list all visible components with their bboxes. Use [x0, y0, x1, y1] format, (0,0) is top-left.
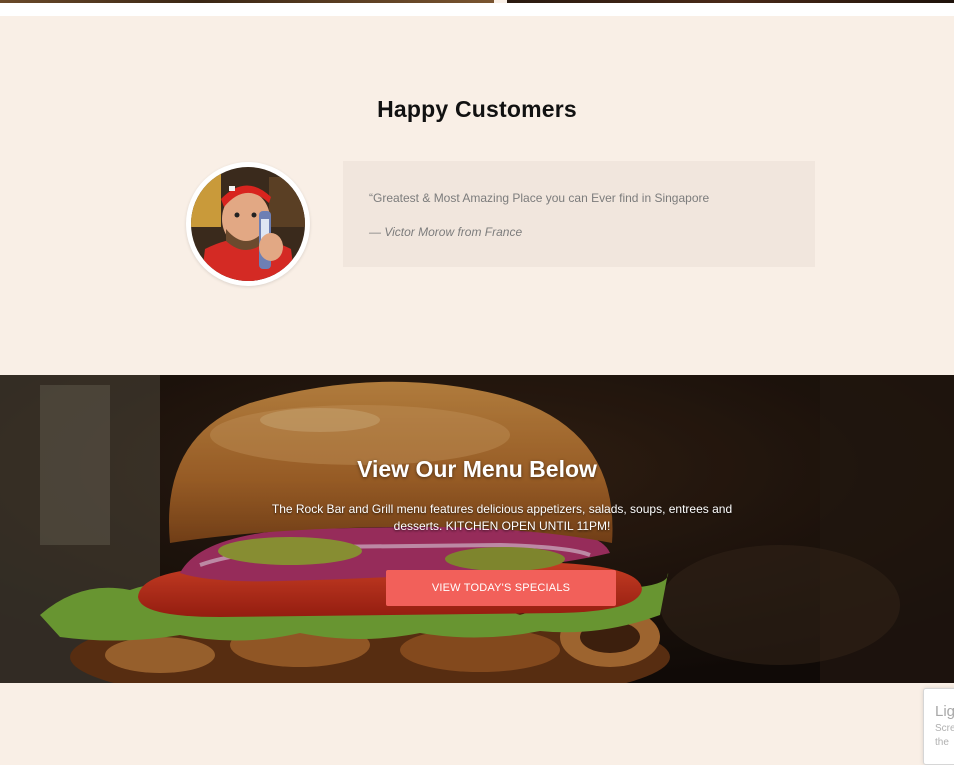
corner-widget-text-line2: the — [935, 737, 949, 748]
testimonial-author: — Victor Morow from France — [369, 225, 523, 239]
customer-avatar — [186, 162, 310, 286]
testimonial-quote-box: “Greatest & Most Amazing Place you can E… — [343, 161, 815, 267]
section-divider — [0, 3, 954, 16]
menu-hero-description: The Rock Bar and Grill menu features del… — [271, 502, 733, 533]
testimonial-quote: “Greatest & Most Amazing Place you can E… — [369, 191, 710, 205]
view-specials-button[interactable]: VIEW TODAY'S SPECIALS — [386, 570, 616, 606]
corner-popup-widget[interactable]: Lig Scre the — [923, 688, 954, 765]
corner-widget-text-line1: Scre — [935, 723, 954, 734]
menu-hero-title: View Our Menu Below — [357, 456, 597, 482]
customer-photo — [191, 167, 305, 281]
menu-hero-section: View Our Menu Below The Rock Bar and Gri… — [0, 375, 954, 683]
testimonials-title: Happy Customers — [377, 96, 577, 122]
corner-widget-title: Lig — [935, 703, 954, 720]
